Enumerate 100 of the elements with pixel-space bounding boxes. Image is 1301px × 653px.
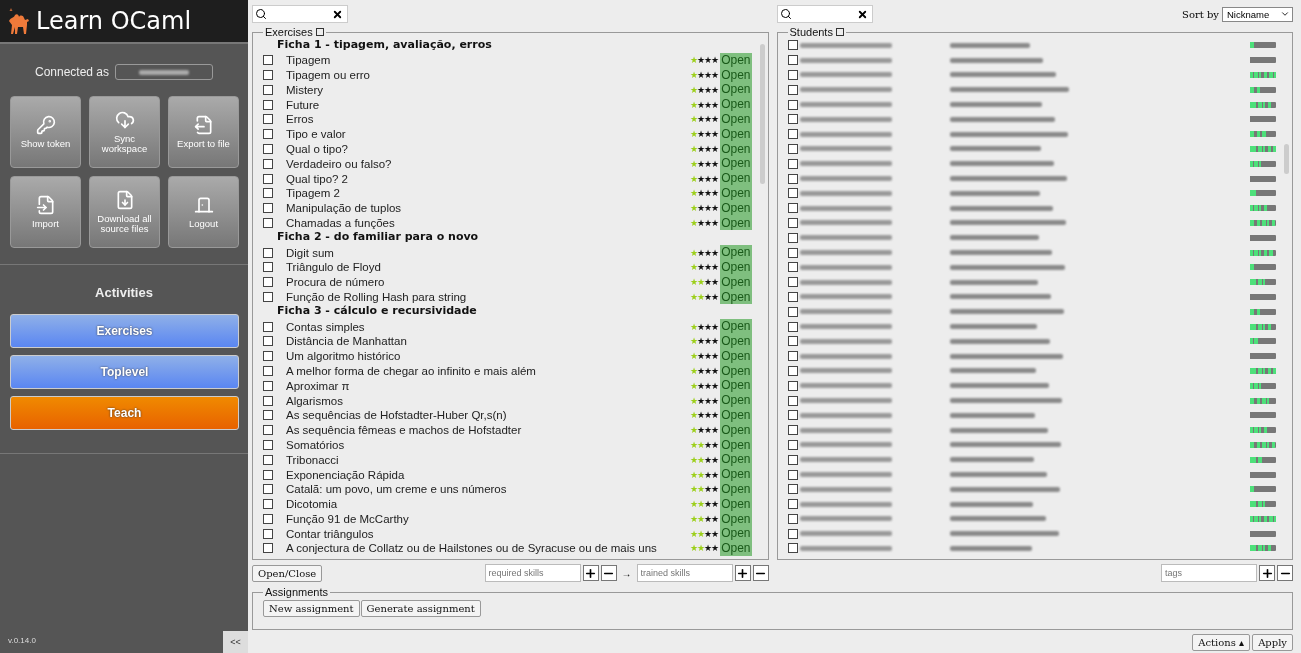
checkbox[interactable] (787, 380, 798, 391)
assignment-button[interactable]: Generate assignment (360, 600, 481, 617)
checkbox[interactable] (787, 129, 798, 140)
checkbox[interactable] (787, 158, 798, 169)
checkbox[interactable] (787, 543, 798, 554)
checkbox[interactable] (263, 454, 273, 465)
sidebar-button[interactable]: Show token (10, 96, 81, 168)
checkbox[interactable] (835, 28, 844, 36)
checkbox[interactable] (263, 173, 273, 184)
checkbox[interactable] (787, 395, 798, 406)
assignment-button[interactable]: New assignment (263, 600, 360, 617)
checkbox[interactable] (787, 70, 798, 80)
exercise-title[interactable]: Qual tipo? 2 (286, 172, 691, 185)
checkbox[interactable] (787, 188, 798, 199)
checkbox[interactable] (787, 277, 798, 288)
checkbox[interactable] (263, 99, 273, 110)
checkbox[interactable] (787, 365, 798, 376)
checkbox[interactable] (263, 439, 273, 450)
sort-select[interactable]: Nickname (1222, 6, 1293, 22)
checkbox[interactable] (787, 262, 798, 273)
checkbox[interactable] (787, 232, 798, 243)
checkbox[interactable] (787, 321, 798, 332)
checkbox[interactable] (263, 321, 273, 332)
required-skills-field[interactable]: required skills (484, 564, 581, 582)
checkbox[interactable] (787, 306, 798, 317)
add-button[interactable] (1259, 565, 1275, 581)
remove-button[interactable] (600, 565, 617, 581)
add-button[interactable] (734, 565, 751, 581)
checkbox[interactable] (263, 158, 273, 169)
checkbox[interactable] (263, 513, 273, 524)
username-field[interactable] (115, 64, 214, 80)
sidebar-button[interactable]: Logout (168, 176, 239, 248)
exercise-title[interactable]: Procura de número (286, 276, 691, 289)
checkbox[interactable] (263, 84, 273, 95)
sidebar-button[interactable]: Download all source files (89, 176, 160, 248)
add-button[interactable] (582, 565, 599, 581)
checkbox[interactable] (263, 528, 273, 539)
checkbox[interactable] (263, 351, 273, 362)
checkbox[interactable] (787, 425, 798, 436)
exercise-title[interactable]: Exponenciação Rápida (286, 468, 691, 481)
checkbox[interactable] (263, 217, 273, 228)
checkbox[interactable] (787, 469, 798, 480)
trained-skills-field[interactable]: trained skills (636, 564, 733, 582)
exercise-title[interactable]: Tipagem 2 (286, 187, 691, 200)
checkbox[interactable] (787, 336, 798, 347)
apply-button[interactable]: Apply (1252, 634, 1293, 651)
checkbox[interactable] (787, 173, 798, 184)
remove-button[interactable] (752, 565, 769, 581)
checkbox[interactable] (263, 277, 273, 288)
exercise-title[interactable]: Erros (286, 113, 691, 126)
checkbox[interactable] (787, 247, 798, 258)
checkbox[interactable] (263, 365, 273, 376)
checkbox[interactable] (787, 499, 798, 510)
exercise-title[interactable]: Dicotomia (286, 498, 691, 511)
exercise-title[interactable]: As sequência fêmeas e machos de Hofstadter (286, 424, 691, 437)
checkbox[interactable] (263, 129, 273, 140)
checkbox[interactable] (787, 217, 798, 228)
open-close-button[interactable]: Open/Close (252, 564, 323, 582)
checkbox[interactable] (263, 247, 273, 258)
remove-button[interactable] (1277, 565, 1293, 581)
checkbox[interactable] (787, 513, 798, 524)
checkbox[interactable] (787, 84, 798, 95)
exercise-title[interactable]: Verdadeiro ou falso? (286, 157, 691, 170)
checkbox[interactable] (263, 262, 273, 273)
exercise-title[interactable]: Tipagem ou erro (286, 69, 691, 81)
checkbox[interactable] (263, 410, 273, 421)
checkbox[interactable] (787, 99, 798, 110)
checkbox[interactable] (787, 410, 798, 421)
exercise-title[interactable]: Tipo e valor (286, 128, 691, 141)
exercise-title[interactable]: A melhor forma de chegar ao infinito e mais além (286, 364, 691, 377)
checkbox[interactable] (787, 114, 798, 125)
exercise-title[interactable]: Triângulo de Floyd (286, 261, 691, 274)
checkbox[interactable] (787, 454, 798, 465)
exercise-title[interactable]: Contas simples (286, 320, 691, 333)
tags-field[interactable]: tags (1161, 564, 1257, 582)
exercise-title[interactable]: Um algoritmo histórico (286, 350, 691, 363)
checkbox[interactable] (787, 528, 798, 539)
checkbox[interactable] (263, 203, 273, 214)
collapse-button[interactable]: << (223, 631, 248, 653)
checkbox[interactable] (263, 114, 273, 125)
checkbox[interactable] (787, 40, 798, 51)
exercise-title[interactable]: Catalã: um povo, um creme e uns números (286, 483, 691, 496)
search-field[interactable] (776, 5, 873, 23)
search-field[interactable] (252, 5, 348, 23)
checkbox[interactable] (787, 439, 798, 450)
exercise-title[interactable]: A conjectura de Collatz ou de Hailstones ou de Syracuse ou de mais uns (286, 542, 691, 555)
exercise-title[interactable]: Future (286, 98, 691, 111)
sidebar-button[interactable]: Import (10, 176, 81, 248)
exercise-title[interactable]: Digit sum (286, 246, 691, 259)
checkbox[interactable] (787, 143, 798, 154)
exercise-title[interactable]: As sequências de Hofstadter-Huber Qr,s(n) (286, 409, 691, 422)
checkbox[interactable] (263, 499, 273, 510)
exercise-title[interactable]: Função de Rolling Hash para string (286, 290, 691, 303)
checkbox[interactable] (787, 203, 798, 214)
checkbox[interactable] (787, 291, 798, 302)
checkbox[interactable] (263, 336, 273, 347)
checkbox[interactable] (263, 143, 273, 154)
checkbox[interactable] (787, 484, 798, 495)
exercise-title[interactable]: Distância de Manhattan (286, 335, 691, 348)
scrollbar[interactable] (759, 44, 765, 184)
